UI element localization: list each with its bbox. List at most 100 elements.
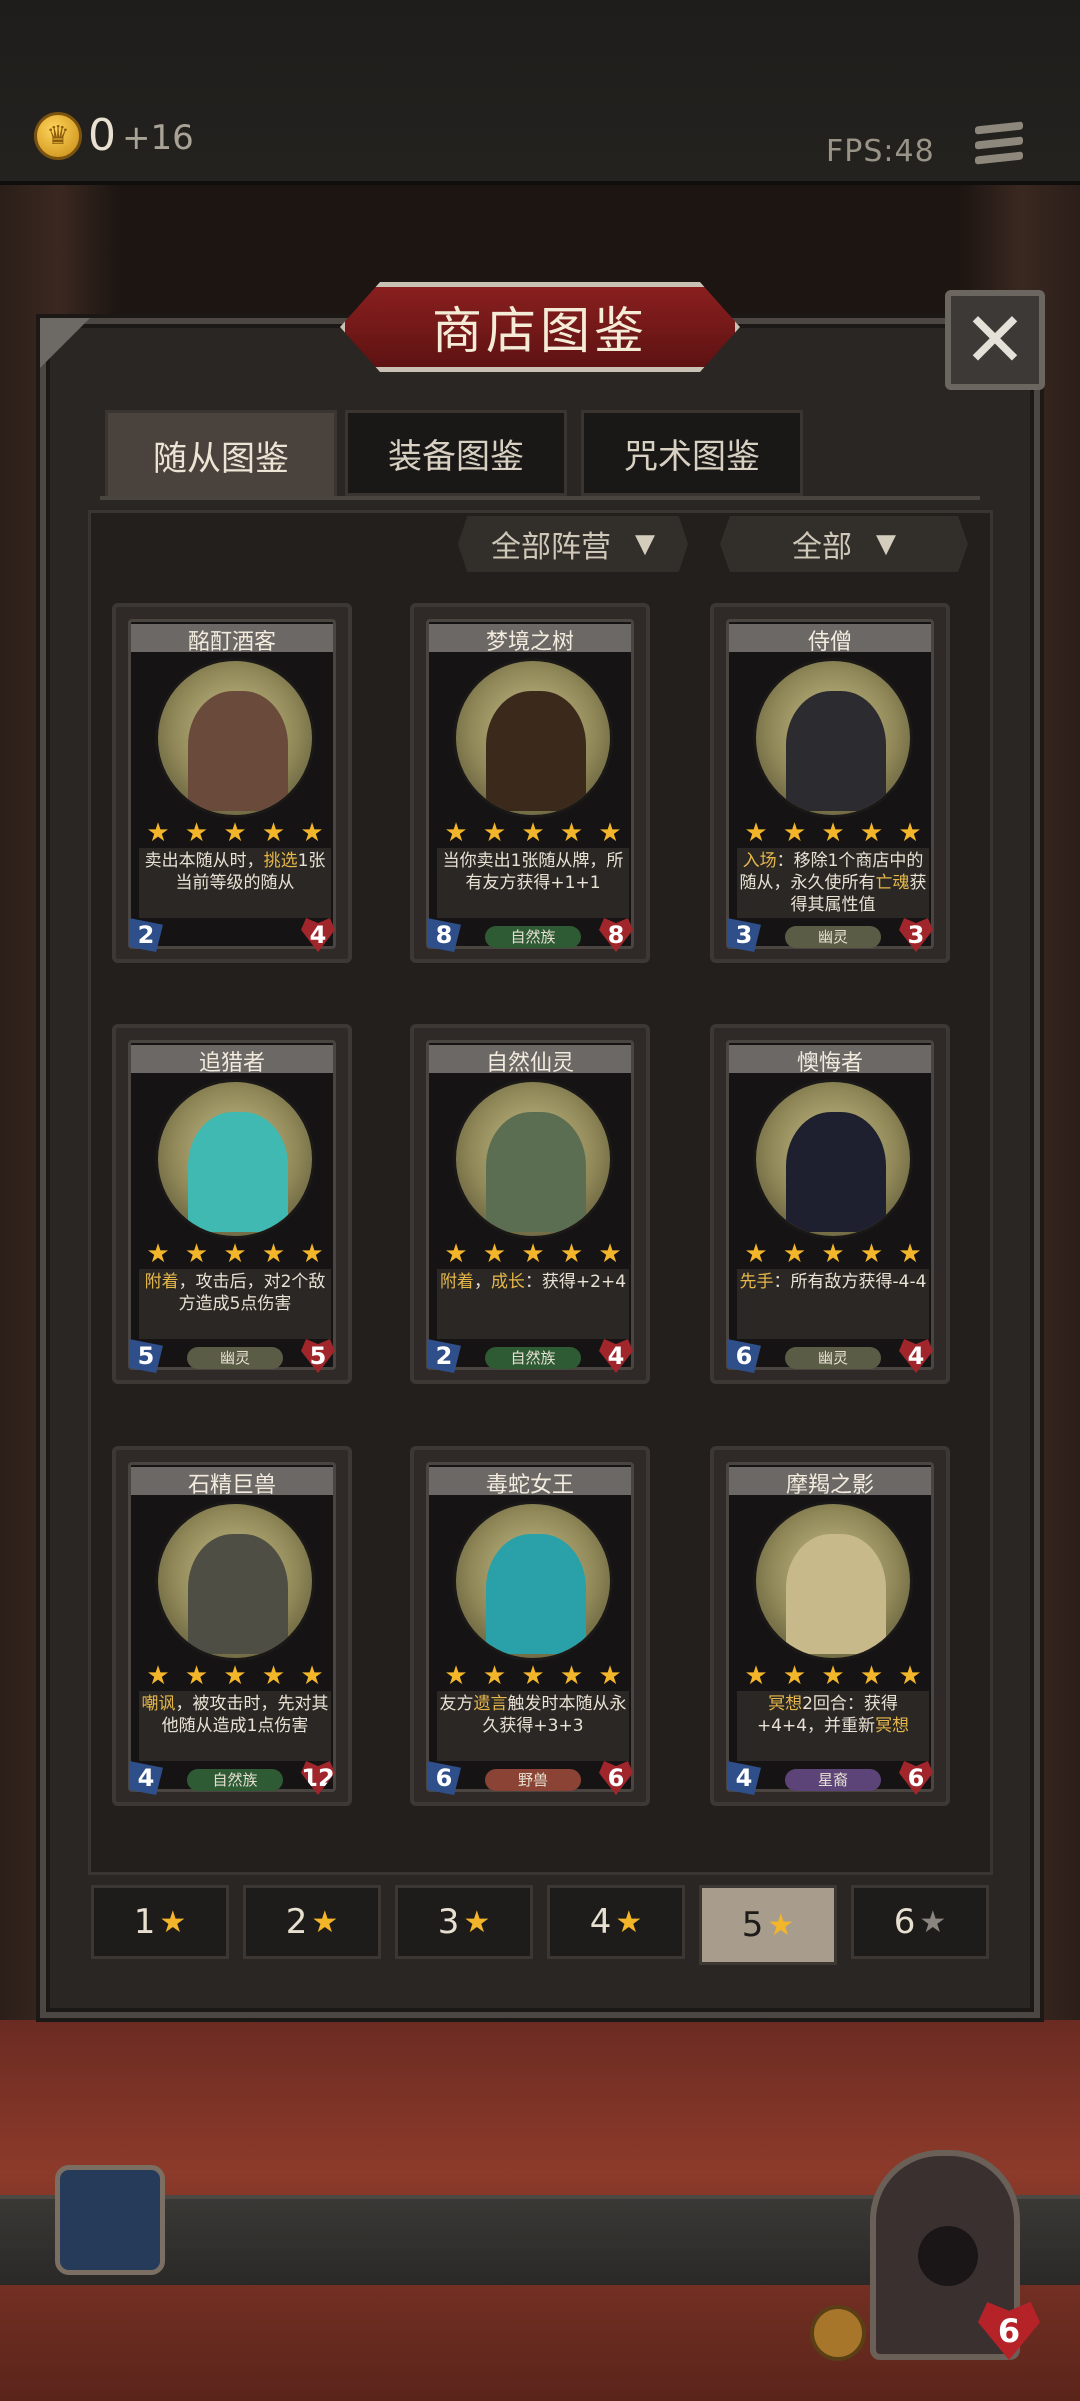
card-description: 先手：所有敌方获得-4-4 xyxy=(737,1269,929,1339)
health-value: 4 xyxy=(301,918,335,952)
minion-card[interactable]: 酩酊酒客 ★ ★ ★ ★ ★ 卖出本随从时，挑选1张当前等级的随从 2 4 xyxy=(112,603,352,963)
minion-card[interactable]: 石精巨兽 ★ ★ ★ ★ ★ 嘲讽，被攻击时，先对其他随从造成1点伤害 4 12 自然族 xyxy=(112,1446,352,1806)
faction-filter-label: 全部阵营 xyxy=(491,530,611,565)
star-icon: ★ xyxy=(821,818,845,848)
star-icon: ★ xyxy=(744,1661,768,1691)
minion-portrait xyxy=(753,1079,913,1239)
menu-icon[interactable] xyxy=(975,121,1023,172)
card-description: 附着，成长：获得+2+4 xyxy=(437,1269,629,1339)
type-filter[interactable]: 全部 ▼ xyxy=(720,516,968,572)
minion-portrait xyxy=(155,1501,315,1661)
shop-portrait[interactable] xyxy=(55,2165,165,2275)
star-icon: ★ xyxy=(744,1239,768,1269)
tab-spells[interactable]: 咒术图鉴 xyxy=(581,410,803,496)
attack-value: 5 xyxy=(129,1339,163,1373)
star-rating: ★ ★ ★ ★ ★ xyxy=(443,1663,623,1689)
star-icon: ★ xyxy=(223,1239,247,1269)
star-icon: ★ xyxy=(261,1661,286,1691)
star-icon: ★ xyxy=(821,1661,845,1691)
minion-card[interactable]: 毒蛇女王 ★ ★ ★ ★ ★ 友方遗言触发时本随从永久获得+3+3 6 6 野兽 xyxy=(410,1446,650,1806)
health-value: 4 xyxy=(599,1339,633,1373)
health-value: 12 xyxy=(301,1761,335,1795)
card-name: 石精巨兽 xyxy=(131,1467,333,1498)
dropdown-arrow-icon: ▼ xyxy=(635,529,655,559)
card-face: 自然仙灵 ★ ★ ★ ★ ★ 附着，成长：获得+2+4 2 4 自然族 xyxy=(426,1040,634,1373)
minion-figure xyxy=(188,1534,288,1654)
star-icon: ★ xyxy=(859,818,884,848)
star-icon: ★ xyxy=(311,1904,339,1940)
star-icon: ★ xyxy=(767,1907,795,1943)
star-icon: ★ xyxy=(744,818,768,848)
card-face: 石精巨兽 ★ ★ ★ ★ ★ 嘲讽，被攻击时，先对其他随从造成1点伤害 4 12 自然族 xyxy=(128,1462,336,1795)
star-icon: ★ xyxy=(559,1239,584,1269)
star-rating: ★ ★ ★ ★ ★ xyxy=(145,820,325,846)
minion-card[interactable]: 懊悔者 ★ ★ ★ ★ ★ 先手：所有敌方获得-4-4 6 4 幽灵 xyxy=(710,1024,950,1384)
tribe-badge: 自然族 xyxy=(187,1769,283,1791)
star-rating: ★ ★ ★ ★ ★ xyxy=(443,1241,623,1267)
star-icon: ★ xyxy=(146,818,170,848)
star-icon: ★ xyxy=(521,1239,545,1269)
star-tab-6[interactable]: 6 ★ xyxy=(851,1885,989,1959)
card-face: 侍僧 ★ ★ ★ ★ ★ 入场：移除1个商店中的随从，永久使所有亡魂获得其属性值 3 3 幽灵 xyxy=(726,619,934,952)
dialog-title-plate: 商店图鉴 xyxy=(340,282,740,372)
attack-value: 2 xyxy=(427,1339,461,1373)
minion-card[interactable]: 自然仙灵 ★ ★ ★ ★ ★ 附着，成长：获得+2+4 2 4 自然族 xyxy=(410,1024,650,1384)
card-name: 酩酊酒客 xyxy=(131,624,333,655)
minion-card[interactable]: 侍僧 ★ ★ ★ ★ ★ 入场：移除1个商店中的随从，永久使所有亡魂获得其属性值 3 3 幽灵 xyxy=(710,603,950,963)
tab-equipment[interactable]: 装备图鉴 xyxy=(345,410,567,496)
star-rating: ★ ★ ★ ★ ★ xyxy=(443,820,623,846)
star-icon: ★ xyxy=(559,818,584,848)
card-face: 酩酊酒客 ★ ★ ★ ★ ★ 卖出本随从时，挑选1张当前等级的随从 2 4 xyxy=(128,619,336,952)
minion-figure xyxy=(188,1112,288,1232)
minion-figure xyxy=(786,691,886,811)
dialog-title: 商店图鉴 xyxy=(432,302,648,360)
card-name: 毒蛇女王 xyxy=(429,1467,631,1498)
star-icon: ★ xyxy=(782,1661,807,1691)
minion-figure xyxy=(188,691,288,811)
gold-coin-icon: ♛ xyxy=(34,112,82,160)
star-rating: ★ ★ ★ ★ ★ xyxy=(743,1241,923,1267)
coin-icon[interactable] xyxy=(810,2305,866,2361)
minion-portrait xyxy=(753,658,913,818)
faction-filter[interactable]: 全部阵营 ▼ xyxy=(458,516,688,572)
star-icon: ★ xyxy=(898,818,922,848)
card-description: 嘲讽，被攻击时，先对其他随从造成1点伤害 xyxy=(139,1691,331,1761)
star-icon: ★ xyxy=(521,818,545,848)
star-tab-1[interactable]: 1 ★ xyxy=(91,1885,229,1959)
minion-card[interactable]: 梦境之树 ★ ★ ★ ★ ★ 当你卖出1张随从牌，所有友方获得+1+1 8 8 自然族 xyxy=(410,603,650,963)
star-tab-4[interactable]: 4 ★ xyxy=(547,1885,685,1959)
minion-card[interactable]: 摩羯之影 ★ ★ ★ ★ ★ 冥想2回合：获得+4+4，并重新冥想 4 6 星裔 xyxy=(710,1446,950,1806)
health-value: 5 xyxy=(301,1339,335,1373)
minion-figure xyxy=(486,691,586,811)
minion-portrait xyxy=(155,658,315,818)
card-description: 冥想2回合：获得+4+4，并重新冥想 xyxy=(737,1691,929,1761)
star-tab-5[interactable]: 5 ★ xyxy=(699,1885,837,1965)
card-name: 摩羯之影 xyxy=(729,1467,931,1498)
minion-portrait xyxy=(753,1501,913,1661)
card-name: 侍僧 xyxy=(729,624,931,655)
star-icon: ★ xyxy=(782,1239,807,1269)
star-icon: ★ xyxy=(898,1661,922,1691)
gold-income: +16 xyxy=(122,118,194,158)
star-icon: ★ xyxy=(859,1239,884,1269)
star-icon: ★ xyxy=(521,1661,545,1691)
attack-value: 2 xyxy=(129,918,163,952)
star-icon: ★ xyxy=(598,818,622,848)
minion-figure xyxy=(786,1534,886,1654)
tribe-badge: 自然族 xyxy=(485,926,581,948)
star-icon: ★ xyxy=(482,1661,507,1691)
tab-minions[interactable]: 随从图鉴 xyxy=(105,410,337,500)
star-icon: ★ xyxy=(598,1661,622,1691)
card-face: 追猎者 ★ ★ ★ ★ ★ 附着，攻击后，对2个敌方造成5点伤害 5 5 幽灵 xyxy=(128,1040,336,1373)
card-face: 毒蛇女王 ★ ★ ★ ★ ★ 友方遗言触发时本随从永久获得+3+3 6 6 野兽 xyxy=(426,1462,634,1795)
card-face: 摩羯之影 ★ ★ ★ ★ ★ 冥想2回合：获得+4+4，并重新冥想 4 6 星裔 xyxy=(726,1462,934,1795)
health-value: 4 xyxy=(899,1339,933,1373)
fps-counter: FPS:48 xyxy=(826,134,935,169)
star-icon: ★ xyxy=(444,1239,468,1269)
star-tab-3[interactable]: 3 ★ xyxy=(395,1885,533,1959)
close-button[interactable]: ✕ xyxy=(945,290,1045,390)
star-tab-2[interactable]: 2 ★ xyxy=(243,1885,381,1959)
star-icon: ★ xyxy=(146,1661,170,1691)
minion-card[interactable]: 追猎者 ★ ★ ★ ★ ★ 附着，攻击后，对2个敌方造成5点伤害 5 5 幽灵 xyxy=(112,1024,352,1384)
star-icon: ★ xyxy=(159,1904,187,1940)
